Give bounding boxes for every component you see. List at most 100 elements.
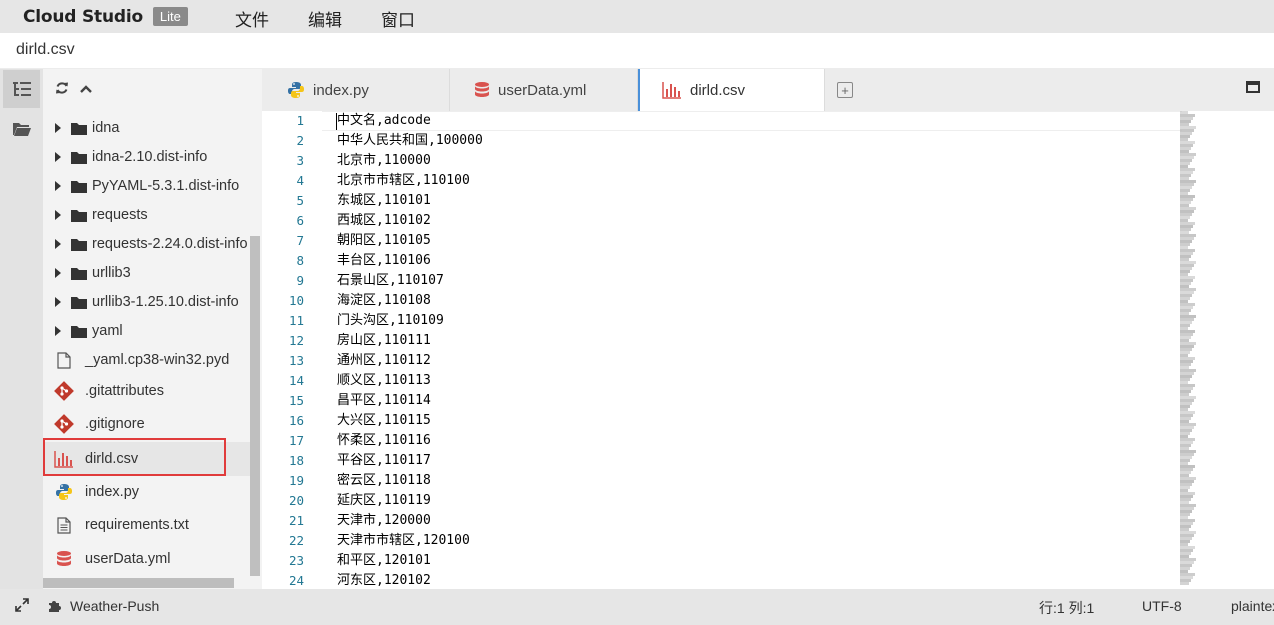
tab-label: dirld.csv [690,81,746,99]
explorer-tree-icon[interactable] [3,70,40,108]
breadcrumb: dirld.csv [0,33,1274,69]
git-icon [53,414,75,434]
tree-item-label: _yaml.cp38-win32.pyd [85,352,230,368]
code-line[interactable]: 天津市,120000 [337,511,431,531]
sidebar-horizontal-scrollbar[interactable] [43,578,234,588]
caret-right-icon [55,181,64,191]
tree-folder-urllib3[interactable]: urllib3 [43,258,253,288]
tab-label: userData.yml [498,81,587,99]
maximize-icon[interactable] [1246,81,1260,93]
tree-file-index-py[interactable]: index.py [43,477,253,507]
code-line[interactable]: 丰台区,110106 [337,251,431,271]
tree-file-userdata-yml[interactable]: userData.yml [43,544,253,574]
line-number: 22 [288,533,304,548]
file-icon [53,350,75,370]
line-number: 14 [288,373,304,388]
menu-file[interactable]: 文件 [235,6,269,31]
line-number: 6 [296,213,304,228]
line-number: 24 [288,573,304,588]
code-line[interactable]: 东城区,110101 [337,191,431,211]
collapse-up-icon[interactable] [79,81,93,99]
tree-folder-yaml[interactable]: yaml [43,316,253,346]
language-mode[interactable]: plaintext [1231,598,1274,614]
tree-folder-requests[interactable]: requests [43,200,253,230]
minimap[interactable] [1180,111,1204,586]
breadcrumb-file[interactable]: dirld.csv [16,41,75,59]
project-name[interactable]: Weather-Push [70,598,159,614]
tree-item-label: requests-2.24.0.dist-info [92,236,248,252]
file-explorer: idna idna-2.10.dist-info PyYAML-5.3.1.di… [43,69,262,589]
folder-open-icon[interactable] [3,110,40,148]
code-line[interactable]: 顺义区,110113 [337,371,431,391]
code-line[interactable]: 房山区,110111 [337,331,431,351]
caret-right-icon [55,268,64,278]
code-line[interactable]: 海淀区,110108 [337,291,431,311]
caret-right-icon [55,297,64,307]
code-line[interactable]: 北京市,110000 [337,151,431,171]
code-line[interactable]: 平谷区,110117 [337,451,431,471]
code-line[interactable]: 西城区,110102 [337,211,431,231]
tree-file-yaml-pyd[interactable]: _yaml.cp38-win32.pyd [43,345,253,375]
add-tab-icon[interactable]: + [837,82,853,98]
code-line[interactable]: 和平区,120101 [337,551,431,571]
tree-item-label: requirements.txt [85,517,189,533]
code-line[interactable]: 石景山区,110107 [337,271,444,291]
folder-icon [70,207,88,223]
editor-tab-bar: index.py userData.yml dirld.csv + [262,69,1274,111]
sidebar-vertical-scrollbar[interactable] [250,236,260,576]
code-line[interactable]: 延庆区,110119 [337,491,431,511]
tab-index-py[interactable]: index.py [262,69,450,111]
cursor-position[interactable]: 行:1 列:1 [1039,598,1094,618]
menu-edit[interactable]: 编辑 [308,6,342,31]
tree-file-gitignore[interactable]: .gitignore [43,409,253,439]
code-line[interactable]: 昌平区,110114 [337,391,431,411]
tree-item-label: PyYAML-5.3.1.dist-info [92,178,240,194]
tree-file-gitattributes[interactable]: .gitattributes [43,376,253,406]
tree-folder-urllib3-dist-info[interactable]: urllib3-1.25.10.dist-info [43,287,253,317]
code-editor[interactable]: 1 2 3 4 5 6 7 8 9 10 11 12 13 14 15 16 17 18 19 20 21 22 23 24 … [262,111,1274,589]
file-encoding[interactable]: UTF-8 [1142,598,1182,614]
code-line[interactable]: 门头沟区,110109 [337,311,444,331]
tree-file-requirements-txt[interactable]: requirements.txt [43,510,253,540]
code-line[interactable]: 密云区,110118 [337,471,431,491]
tree-folder-pyyaml-dist-info[interactable]: PyYAML-5.3.1.dist-info [43,171,253,201]
tree-item-label: urllib3-1.25.10.dist-info [92,294,239,310]
code-line[interactable]: 北京市市辖区,110100 [337,171,470,191]
caret-right-icon [55,210,64,220]
text-file-icon [53,515,75,535]
code-line[interactable]: 天津市市辖区,120100 [337,531,470,551]
code-line[interactable]: 怀柔区,110116 [337,431,431,451]
code-line[interactable]: 朝阳区,110105 [337,231,431,251]
expand-icon[interactable] [14,597,30,616]
line-number: 18 [288,453,304,468]
tree-item-label: idna [92,120,120,136]
code-line[interactable]: 大兴区,110115 [337,411,431,431]
line-number: 11 [288,313,304,328]
code-line[interactable]: 通州区,110112 [337,351,431,371]
code-line[interactable]: 中华人民共和国,100000 [337,131,483,151]
tree-folder-idna-dist-info[interactable]: idna-2.10.dist-info [43,142,253,172]
line-number: 10 [288,293,304,308]
tree-item-label: .gitignore [85,416,145,432]
line-number: 16 [288,413,304,428]
folder-icon [70,149,88,165]
tree-folder-idna[interactable]: idna [43,113,253,143]
app-name: Cloud Studio [23,6,143,27]
refresh-icon[interactable] [55,81,69,100]
line-number: 15 [288,393,304,408]
tree-item-label: requests [92,207,148,223]
menu-window[interactable]: 窗口 [381,6,415,31]
line-number: 21 [288,513,304,528]
tree-folder-requests-dist-info[interactable]: requests-2.24.0.dist-info [43,229,253,259]
database-icon [53,549,75,569]
code-line[interactable]: 中文名,adcode [337,111,431,131]
lite-badge: Lite [152,7,188,26]
tree-item-label: .gitattributes [85,383,164,399]
caret-right-icon [55,326,64,336]
tree-item-label: idna-2.10.dist-info [92,149,208,165]
line-number: 8 [296,253,304,268]
tab-dirld-csv[interactable]: dirld.csv [638,69,825,111]
tab-userdata-yml[interactable]: userData.yml [450,69,638,111]
caret-right-icon [55,152,64,162]
code-line[interactable]: 河东区,120102 [337,571,431,589]
